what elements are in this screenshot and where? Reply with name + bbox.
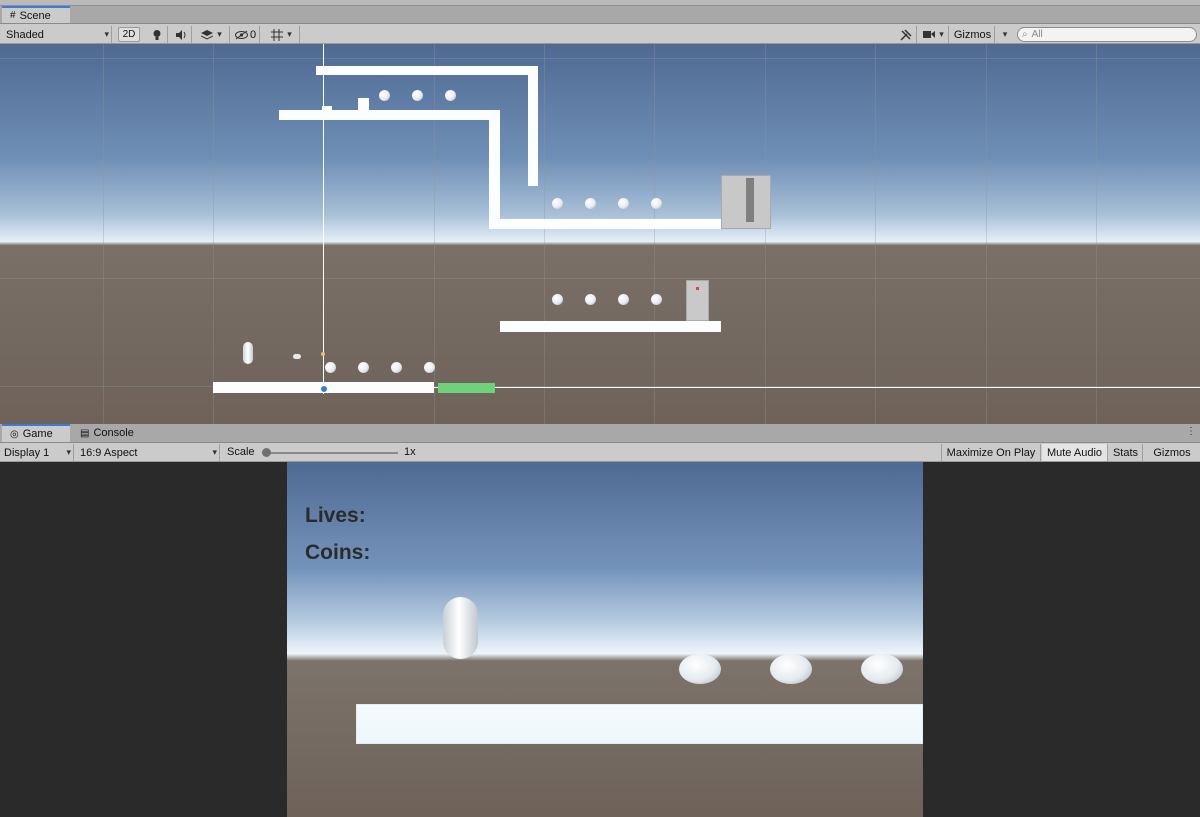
grid-icon: # bbox=[10, 10, 16, 21]
draw-mode-dropdown[interactable]: Shaded bbox=[4, 26, 112, 43]
grid-snap-icon bbox=[271, 28, 284, 41]
lower-tab-bar: ◎ Game ▤ Console ⋮ bbox=[0, 424, 1200, 443]
tools-button[interactable] bbox=[895, 26, 917, 43]
scale-label: Scale bbox=[227, 446, 255, 458]
upper-ledge[interactable] bbox=[279, 110, 500, 120]
audio-toggle[interactable] bbox=[170, 26, 192, 43]
tab-console[interactable]: ▤ Console bbox=[72, 424, 152, 442]
ground-platform-top bbox=[356, 704, 923, 744]
coin[interactable] bbox=[424, 362, 435, 373]
game-canvas[interactable]: Lives: Coins: bbox=[287, 462, 923, 817]
tab-scene[interactable]: # Scene bbox=[2, 6, 70, 23]
upper-top-bar[interactable] bbox=[316, 66, 538, 75]
tab-game-label: Game bbox=[22, 428, 53, 440]
middle-floor[interactable] bbox=[489, 219, 721, 229]
coin[interactable] bbox=[445, 90, 456, 101]
effects-dropdown[interactable] bbox=[194, 26, 230, 43]
layers-icon bbox=[201, 29, 214, 40]
lives-label: Lives: bbox=[305, 504, 366, 527]
grid-snap-dropdown[interactable] bbox=[264, 26, 300, 43]
camera-icon bbox=[923, 31, 936, 38]
gamepad-icon: ◎ bbox=[10, 428, 19, 440]
coin[interactable] bbox=[618, 198, 629, 209]
grid-line bbox=[986, 44, 987, 424]
eye-slash-icon bbox=[234, 30, 248, 39]
lower-right-platform[interactable] bbox=[500, 321, 721, 332]
coin[interactable] bbox=[651, 294, 662, 305]
2d-toggle-button[interactable]: 2D bbox=[118, 27, 140, 42]
coin[interactable] bbox=[618, 294, 629, 305]
door-opening bbox=[746, 178, 754, 222]
coin[interactable] bbox=[552, 198, 563, 209]
scene-viewport[interactable] bbox=[0, 44, 1200, 424]
grid-line bbox=[0, 168, 1200, 169]
ledge-block[interactable] bbox=[358, 98, 369, 110]
camera-dropdown[interactable] bbox=[919, 26, 949, 43]
tab-console-label: Console bbox=[93, 427, 134, 439]
grid-line bbox=[765, 44, 766, 424]
ledge-stub[interactable] bbox=[322, 106, 332, 110]
mute-audio-toggle[interactable]: Mute Audio bbox=[1042, 444, 1108, 461]
stats-toggle[interactable]: Stats bbox=[1109, 444, 1143, 461]
grid-line bbox=[654, 44, 655, 424]
grid-line bbox=[544, 44, 545, 424]
player-capsule[interactable] bbox=[243, 342, 253, 364]
display-dropdown[interactable]: Display 1 bbox=[4, 444, 74, 461]
lighting-toggle[interactable] bbox=[146, 26, 168, 43]
scale-slider[interactable] bbox=[262, 448, 398, 457]
scene-search-input[interactable]: ⌕ All bbox=[1017, 27, 1197, 42]
coin[interactable] bbox=[391, 362, 402, 373]
camera-gizmo[interactable] bbox=[321, 352, 325, 356]
coin[interactable] bbox=[412, 90, 423, 101]
scale-slider-thumb[interactable] bbox=[262, 448, 271, 457]
search-icon: ⌕ bbox=[1022, 29, 1028, 40]
player-capsule bbox=[443, 597, 478, 659]
speaker-icon bbox=[175, 29, 185, 40]
scale-value: 1x bbox=[404, 446, 416, 458]
panel-menu-icon[interactable]: ⋮ bbox=[1186, 426, 1196, 437]
coin bbox=[770, 654, 812, 684]
coin[interactable] bbox=[585, 294, 596, 305]
scene-tab-bar: # Scene bbox=[0, 6, 1200, 24]
scene-toolbar: Shaded 2D 0 Gizmos ⌕ All bbox=[0, 24, 1200, 44]
light-gizmo[interactable] bbox=[293, 354, 301, 359]
grid-line bbox=[875, 44, 876, 424]
coin[interactable] bbox=[325, 362, 336, 373]
coins-label: Coins: bbox=[305, 541, 371, 564]
coin[interactable] bbox=[651, 198, 662, 209]
tab-game[interactable]: ◎ Game bbox=[2, 424, 70, 442]
door-block[interactable] bbox=[721, 175, 771, 229]
grid-line bbox=[0, 58, 1200, 59]
middle-wall[interactable] bbox=[489, 110, 500, 228]
coin bbox=[861, 654, 903, 684]
upper-right-wall[interactable] bbox=[528, 66, 538, 186]
coin bbox=[679, 654, 721, 684]
tab-scene-label: Scene bbox=[19, 9, 51, 22]
checkpoint-marker bbox=[696, 287, 699, 290]
coin[interactable] bbox=[552, 294, 563, 305]
lightbulb-icon bbox=[153, 29, 160, 40]
hidden-objects-toggle[interactable]: 0 bbox=[232, 26, 260, 43]
grid-line bbox=[213, 44, 214, 424]
game-gizmos-toggle[interactable]: Gizmos bbox=[1144, 444, 1200, 461]
grid-line bbox=[0, 278, 1200, 279]
game-toolbar: Display 1 16:9 Aspect Scale 1x Maximize … bbox=[0, 443, 1200, 462]
game-viewport[interactable]: Lives: Coins: bbox=[0, 462, 1200, 817]
coin[interactable] bbox=[585, 198, 596, 209]
y-axis-line bbox=[323, 44, 324, 394]
coin[interactable] bbox=[358, 362, 369, 373]
console-icon: ▤ bbox=[80, 427, 90, 439]
grid-line bbox=[1096, 44, 1097, 424]
aspect-dropdown[interactable]: 16:9 Aspect bbox=[78, 444, 220, 461]
gizmos-dropdown[interactable] bbox=[995, 26, 1011, 43]
hidden-count: 0 bbox=[249, 28, 257, 41]
wrench-icon bbox=[899, 28, 912, 41]
origin-handle[interactable] bbox=[320, 385, 328, 393]
goal-platform[interactable] bbox=[438, 383, 495, 393]
maximize-on-play-toggle[interactable]: Maximize On Play bbox=[941, 444, 1041, 461]
gizmos-button[interactable]: Gizmos bbox=[951, 26, 995, 43]
coin[interactable] bbox=[379, 90, 390, 101]
grid-line bbox=[103, 44, 104, 424]
checkpoint-block[interactable] bbox=[686, 280, 709, 321]
